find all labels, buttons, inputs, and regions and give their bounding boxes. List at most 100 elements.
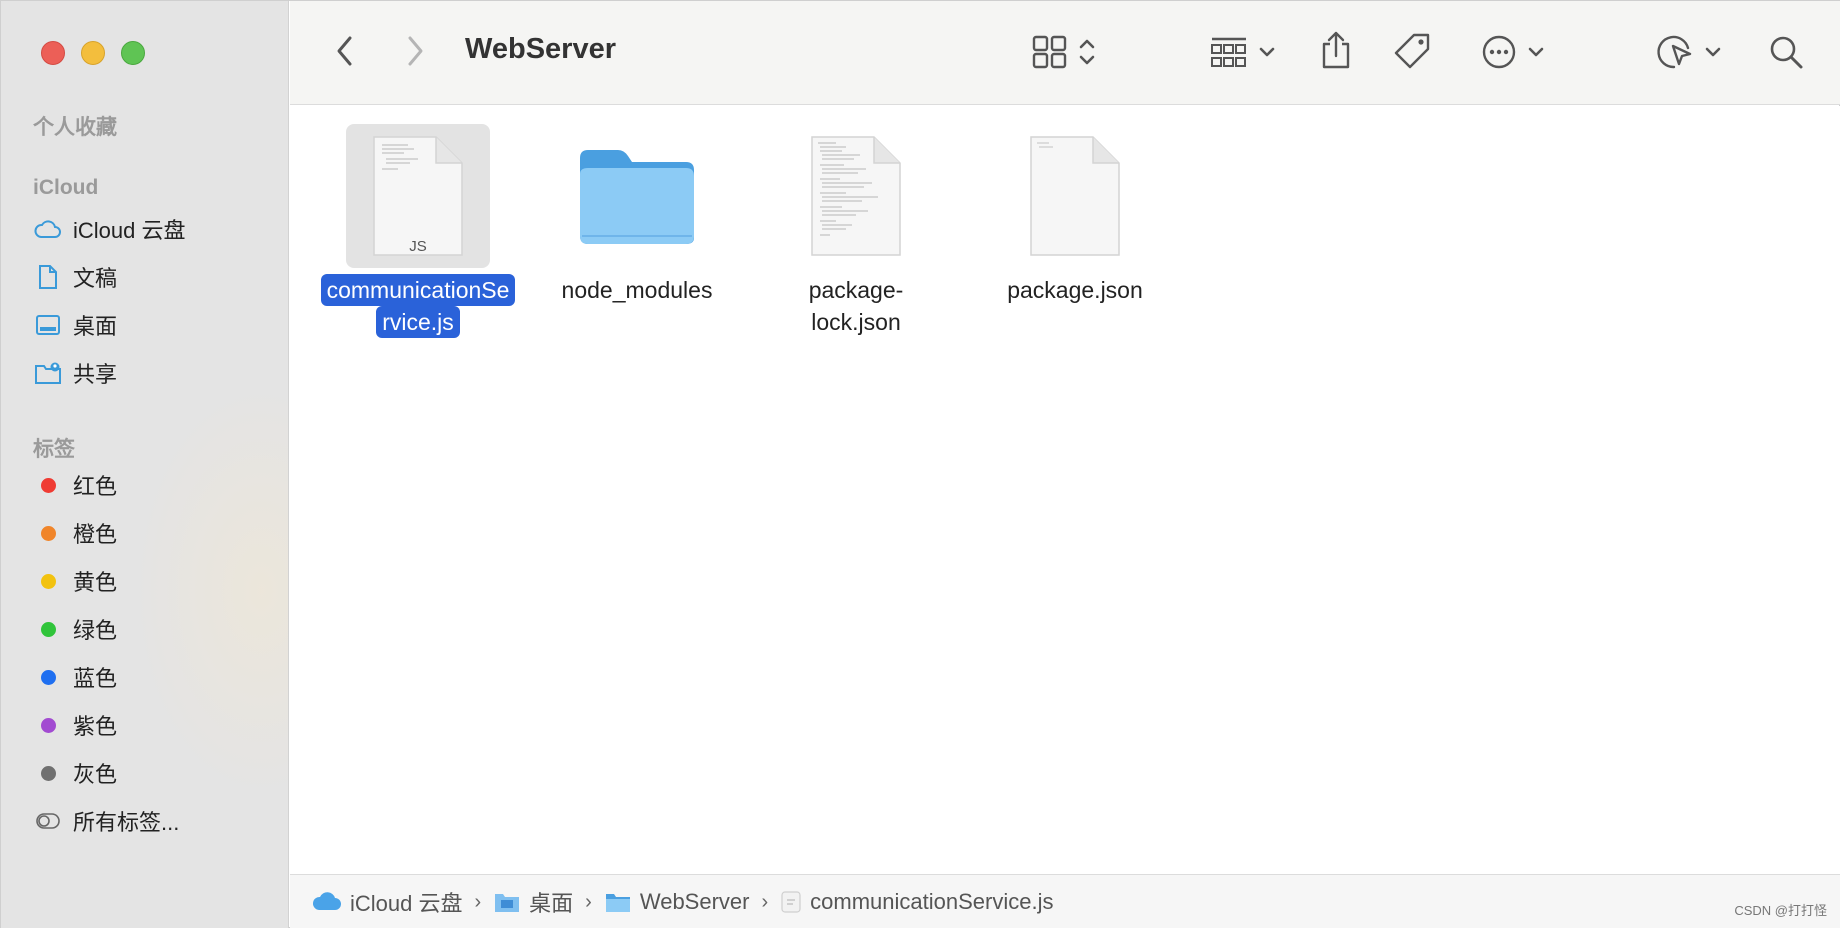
forward-button[interactable] — [398, 31, 432, 71]
sidebar-item-shared[interactable]: 共享 — [33, 353, 273, 393]
file-name[interactable]: package- lock.json — [809, 274, 904, 338]
sidebar-item-documents[interactable]: 文稿 — [33, 257, 273, 297]
sidebar-item-label: 文稿 — [73, 266, 118, 291]
chevron-down-icon — [1705, 47, 1721, 57]
tag-label: 红色 — [73, 474, 118, 499]
js-file-small-icon — [780, 890, 802, 914]
tag-label: 绿色 — [73, 618, 118, 643]
group-icon — [1211, 37, 1246, 67]
file-name-line: lock.json — [811, 309, 901, 335]
watermark: CSDN @打打怪 — [1734, 903, 1827, 918]
file-thumbnail[interactable]: JS — [346, 124, 490, 268]
path-crumb-icloud-drive[interactable]: iCloud 云盘 — [312, 886, 462, 918]
document-icon — [33, 262, 63, 292]
sidebar: 个人收藏 iCloud iCloud 云盘 文稿 桌面 共享 标签 红色 橙色 … — [1, 1, 289, 928]
tag-label: 黄色 — [73, 570, 118, 595]
more-icon — [1482, 35, 1516, 69]
sidebar-item-desktop[interactable]: 桌面 — [33, 305, 273, 345]
file-name[interactable]: communicationSe rvice.js — [320, 274, 516, 338]
file-name-line: rvice.js — [376, 306, 460, 338]
sidebar-all-tags[interactable]: 所有标签... — [33, 801, 273, 841]
sidebar-tag-gray[interactable]: 灰色 — [33, 753, 273, 793]
tags-heading[interactable]: 标签 — [33, 433, 75, 463]
back-icon — [337, 36, 352, 66]
tag-dot-icon — [40, 573, 56, 589]
sidebar-tag-orange[interactable]: 橙色 — [33, 513, 273, 553]
file-item[interactable]: package.json — [982, 124, 1168, 306]
markup-icon — [1657, 35, 1692, 69]
tag-label: 橙色 — [73, 522, 118, 547]
all-tags-icon — [33, 806, 63, 836]
sidebar-tag-blue[interactable]: 蓝色 — [33, 657, 273, 697]
file-name[interactable]: node_modules — [562, 274, 713, 306]
share-button[interactable] — [1316, 27, 1356, 73]
favorites-heading[interactable]: 个人收藏 — [33, 111, 117, 141]
sidebar-item-icloud-drive[interactable]: iCloud 云盘 — [33, 209, 273, 249]
chevron-down-icon — [1259, 47, 1275, 57]
path-crumb-label: 桌面 — [529, 891, 574, 916]
text-file-icon — [811, 136, 901, 256]
tag-dot-icon — [40, 477, 56, 493]
sidebar-item-label: 桌面 — [73, 314, 118, 339]
sidebar-tag-red[interactable]: 红色 — [33, 465, 273, 505]
window-title: WebServer — [465, 33, 616, 65]
back-button[interactable] — [328, 31, 362, 71]
tag-label: 灰色 — [73, 762, 118, 787]
cloud-icon — [33, 214, 63, 244]
more-button[interactable] — [1476, 31, 1550, 73]
tag-icon — [1394, 33, 1430, 69]
chevron-updown-icon — [1079, 39, 1095, 65]
file-item[interactable]: JS communicationSe rvice.js — [320, 124, 516, 338]
cloud-icon — [312, 891, 342, 913]
path-crumb-webserver[interactable]: WebServer — [604, 889, 749, 915]
chevron-down-icon — [1528, 47, 1544, 57]
toolbar: WebServer — [290, 1, 1840, 105]
file-item[interactable]: package- lock.json — [763, 124, 949, 338]
tag-dot-icon — [40, 525, 56, 541]
desktop-folder-icon — [493, 890, 521, 914]
path-crumb-label: communicationService.js — [810, 889, 1054, 914]
tag-dot-icon — [40, 765, 56, 781]
icloud-heading[interactable]: iCloud — [33, 176, 98, 200]
file-name-line: communicationSe — [320, 274, 516, 306]
file-item[interactable]: node_modules — [544, 124, 730, 306]
tag-label: 蓝色 — [73, 666, 118, 691]
folder-icon — [580, 150, 694, 244]
tag-label: 紫色 — [73, 714, 118, 739]
file-name-line: package- — [808, 277, 904, 303]
search-icon — [1770, 36, 1803, 69]
close-button[interactable] — [41, 41, 65, 65]
group-button[interactable] — [1202, 31, 1284, 73]
tag-button[interactable] — [1390, 29, 1434, 73]
desktop-icon — [33, 310, 63, 340]
file-name[interactable]: package.json — [1007, 274, 1143, 306]
chevron-right-icon: › — [761, 890, 769, 913]
search-button[interactable] — [1766, 31, 1806, 73]
js-badge: JS — [409, 237, 427, 255]
path-bar: iCloud 云盘 › 桌面 › WebServer › communicati… — [290, 874, 1840, 928]
tag-dot-icon — [40, 621, 56, 637]
file-thumbnail[interactable] — [1003, 124, 1147, 268]
path-crumb-desktop[interactable]: 桌面 — [493, 886, 573, 918]
sidebar-tag-purple[interactable]: 紫色 — [33, 705, 273, 745]
file-grid: JS communicationSe rvice.js node_modules — [290, 106, 1840, 874]
markup-button[interactable] — [1652, 31, 1726, 73]
sidebar-item-label: 共享 — [73, 362, 118, 387]
blank-file-icon — [1030, 136, 1120, 256]
file-thumbnail[interactable] — [565, 124, 709, 268]
zoom-button[interactable] — [121, 41, 145, 65]
path-crumb-label: iCloud 云盘 — [350, 891, 463, 916]
minimize-button[interactable] — [81, 41, 105, 65]
sidebar-tag-yellow[interactable]: 黄色 — [33, 561, 273, 601]
all-tags-label: 所有标签... — [73, 810, 180, 835]
file-name-line: package.json — [1007, 277, 1143, 303]
path-crumb-file[interactable]: communicationService.js — [780, 889, 1053, 915]
tag-dot-icon — [40, 717, 56, 733]
chevron-right-icon: › — [474, 890, 482, 913]
forward-icon — [408, 36, 423, 66]
share-icon — [1322, 31, 1350, 69]
file-thumbnail[interactable] — [784, 124, 928, 268]
sidebar-tag-green[interactable]: 绿色 — [33, 609, 273, 649]
chevron-right-icon: › — [585, 890, 592, 913]
view-mode-button[interactable] — [1026, 31, 1104, 73]
